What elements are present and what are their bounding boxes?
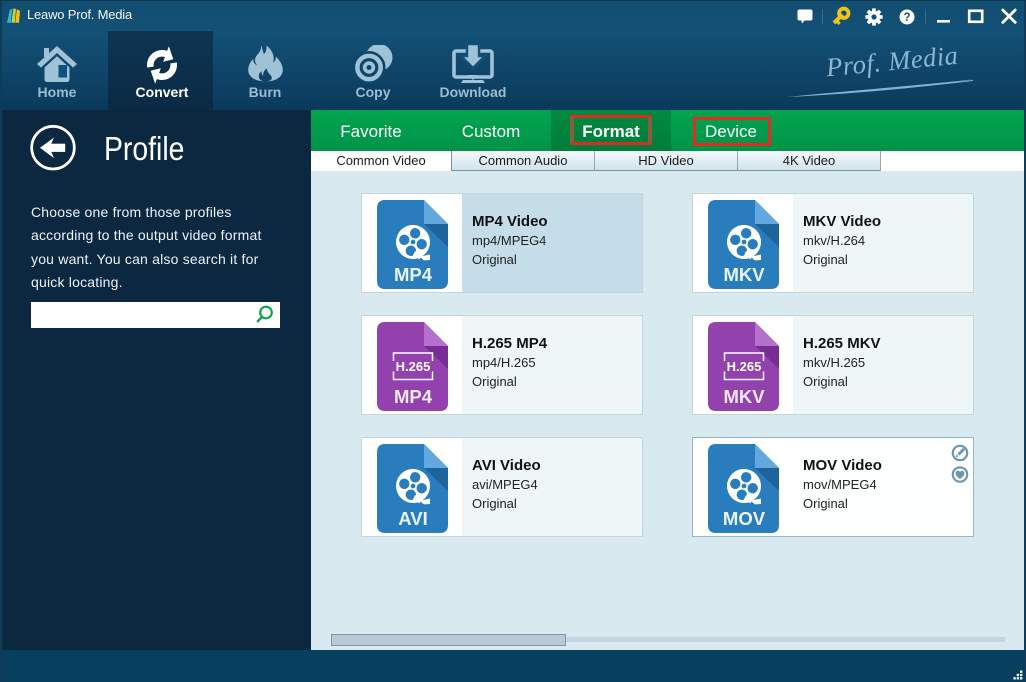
svg-text:MKV: MKV [723,264,765,285]
svg-text:H.265: H.265 [396,359,431,374]
svg-text:?: ? [903,12,910,24]
svg-text:AVI: AVI [398,508,427,529]
svg-text:H.265: H.265 [727,359,762,374]
svg-text:MP4: MP4 [394,264,433,285]
svg-text:Prof. Media: Prof. Media [824,40,960,82]
svg-text:MP4: MP4 [394,386,433,407]
svg-text:MKV: MKV [723,386,765,407]
svg-text:MOV: MOV [723,508,766,529]
